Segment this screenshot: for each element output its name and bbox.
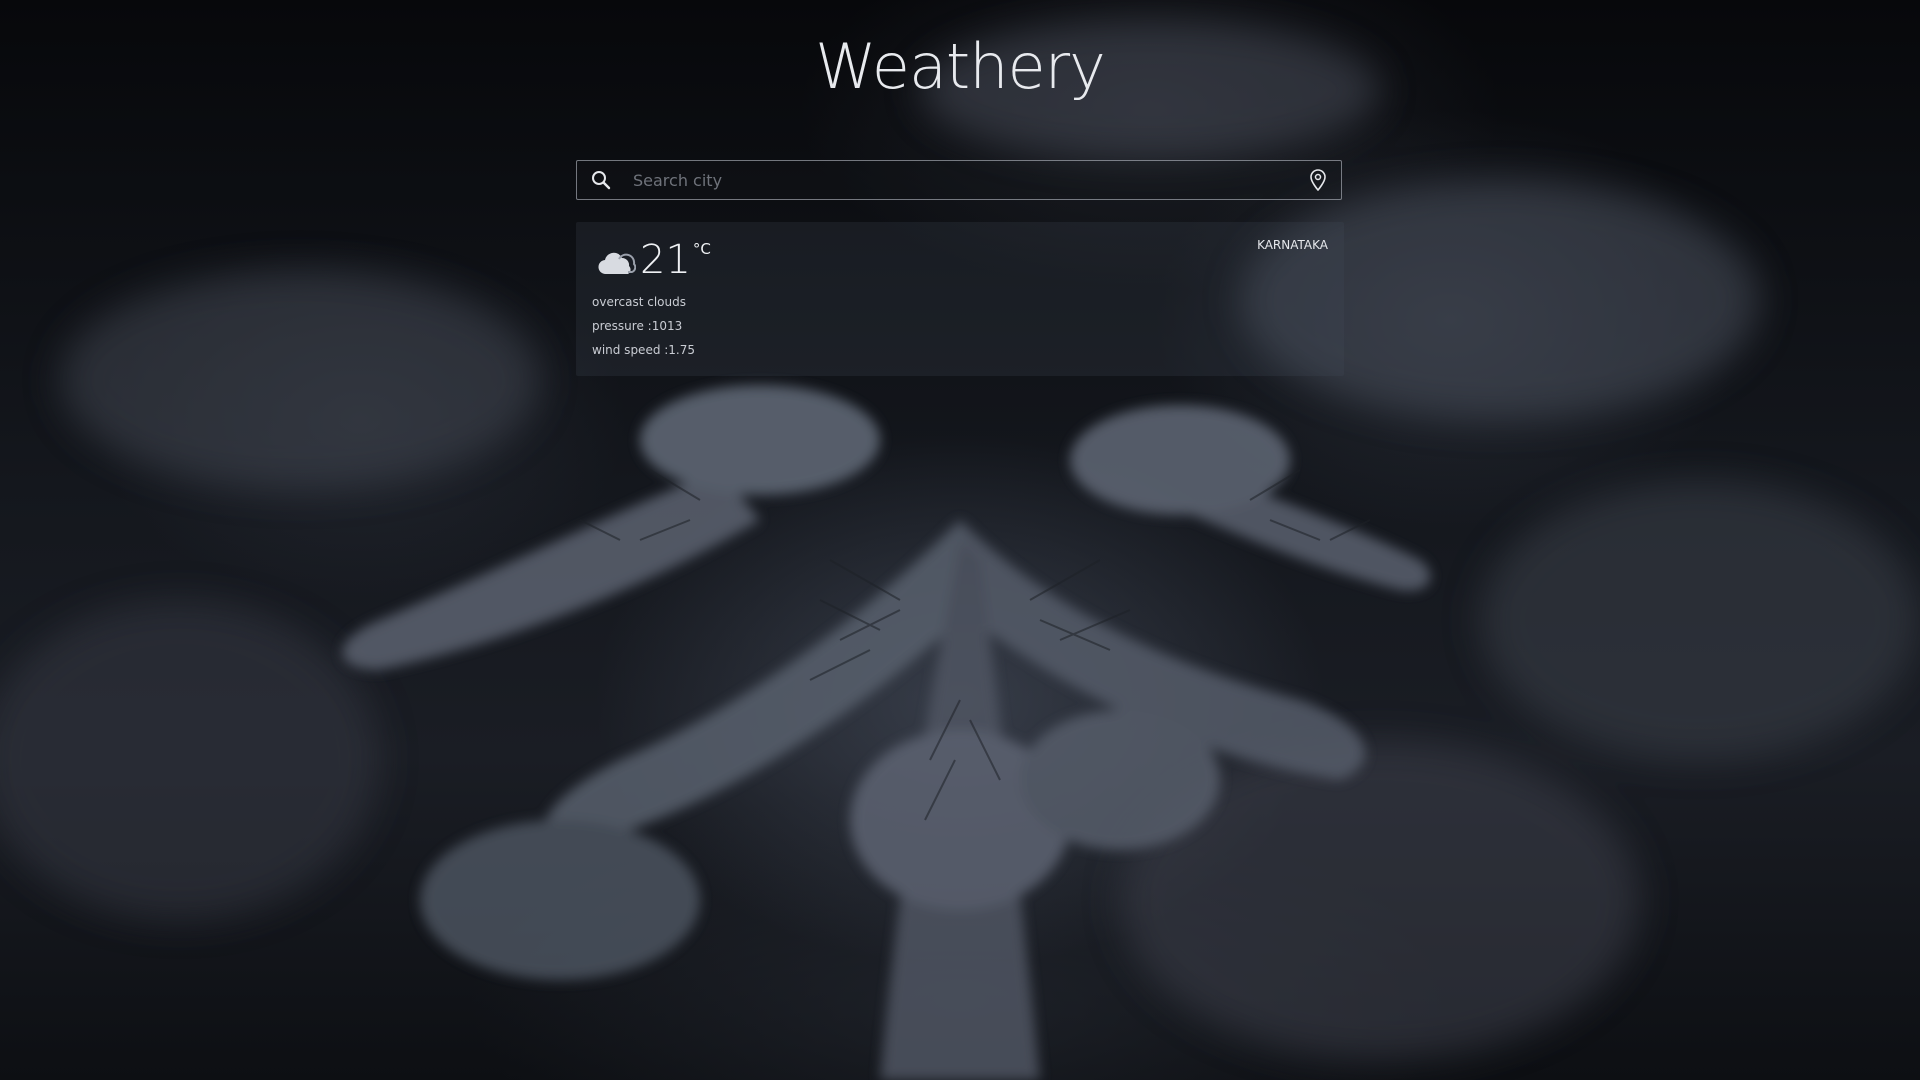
background: Weathery 21 °C KARN <box>0 0 1920 1080</box>
app-title: Weathery <box>815 30 1106 103</box>
cloud-icon <box>594 250 637 281</box>
weather-card: 21 °C KARNATAKA overcast clouds pressure… <box>576 222 1344 376</box>
temperature-value: 21 <box>640 237 691 283</box>
region-label: KARNATAKA <box>1257 238 1328 252</box>
search-bar <box>576 160 1342 200</box>
location-pin-icon[interactable] <box>1295 160 1341 200</box>
temperature-row: 21 °C <box>594 236 711 284</box>
weather-description: overcast clouds <box>592 295 686 309</box>
search-icon[interactable] <box>577 160 625 200</box>
pressure-value: pressure :1013 <box>592 319 683 333</box>
weather-details: overcast clouds pressure :1013 wind spee… <box>592 290 695 362</box>
temperature-unit: °C <box>692 240 711 258</box>
wind-speed-value: wind speed :1.75 <box>592 343 696 357</box>
search-input[interactable] <box>625 161 1295 199</box>
